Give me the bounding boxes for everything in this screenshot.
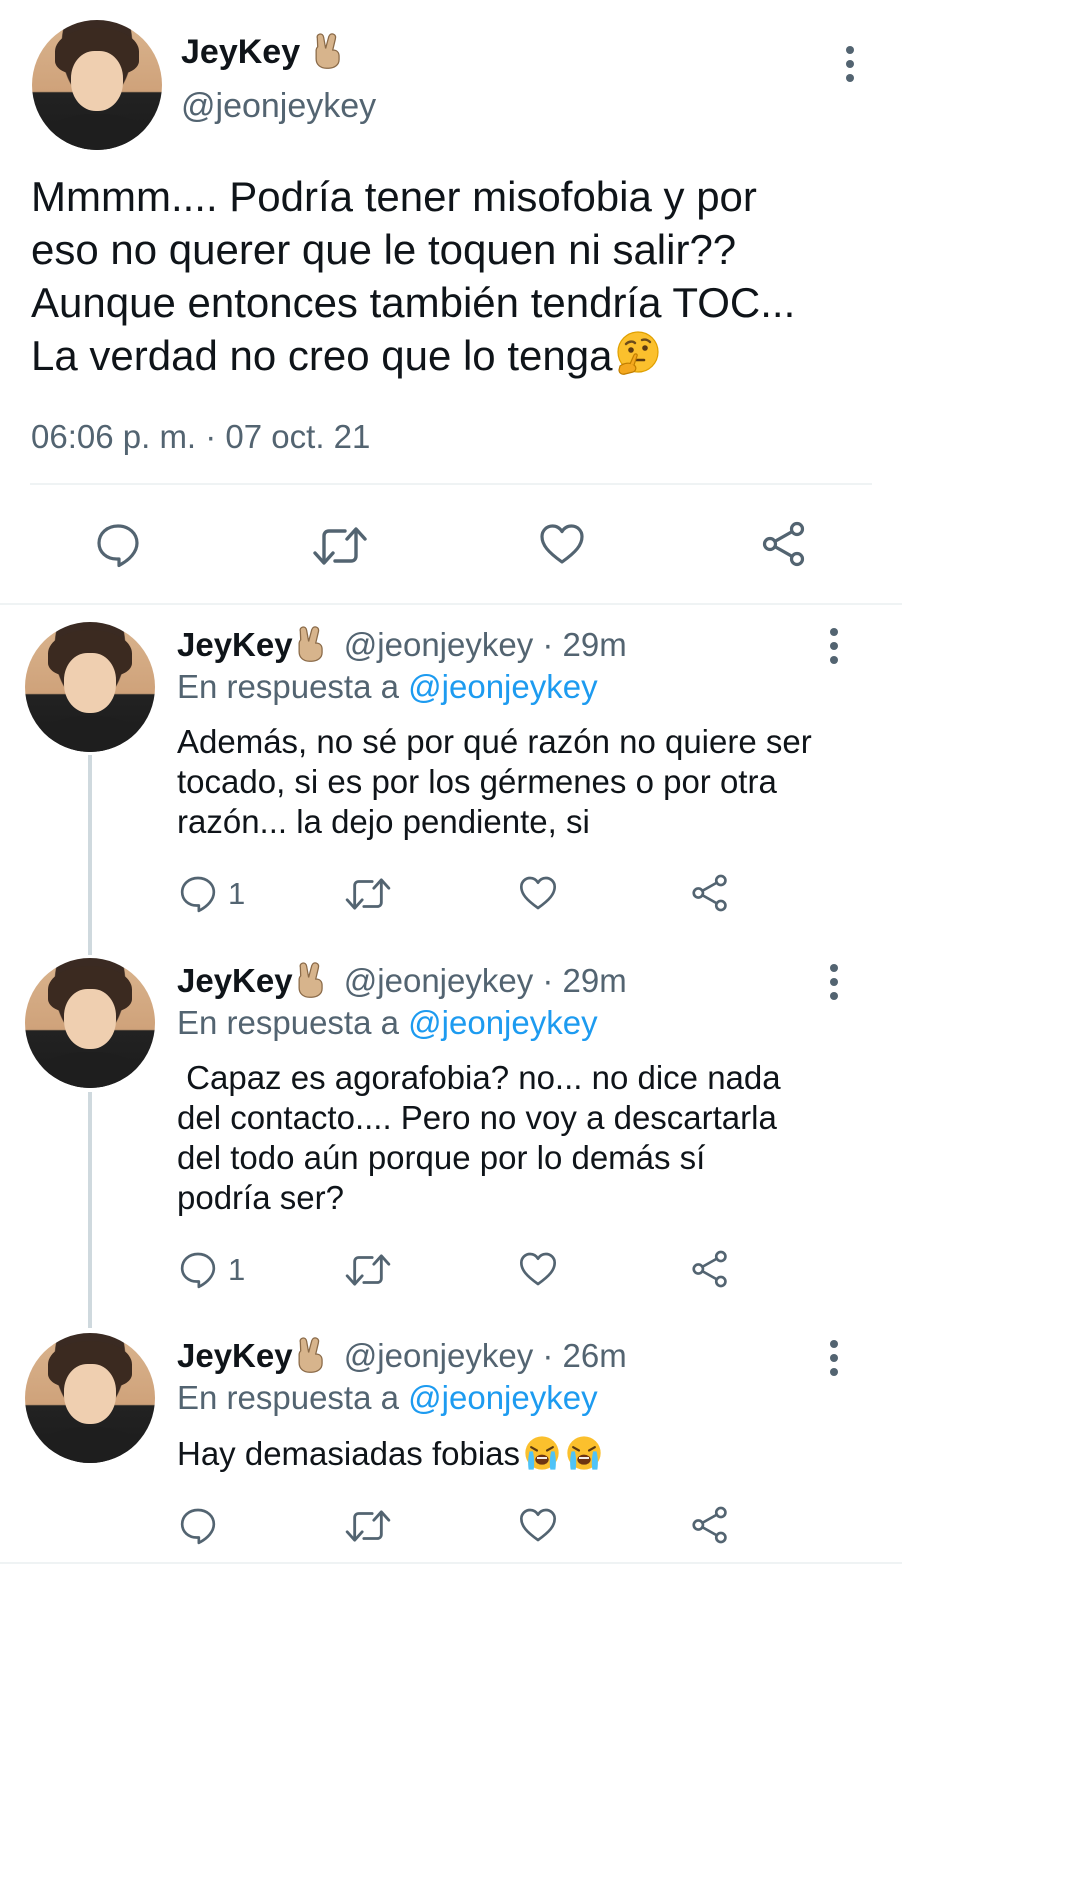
avatar[interactable] xyxy=(32,20,162,150)
avatar[interactable] xyxy=(25,958,155,1088)
victory-hand-emoji-icon xyxy=(295,624,327,662)
tweet-text-line: podría ser? xyxy=(177,1179,344,1216)
tweet-text-line: tocado, si es por los gérmenes o por otr… xyxy=(177,763,777,800)
divider xyxy=(30,483,872,485)
reply-icon[interactable] xyxy=(178,873,218,913)
loudly-crying-face-emoji-icon xyxy=(522,1433,562,1473)
tweet-text: Además, no sé por qué razón no quiere se… xyxy=(177,722,812,842)
divider xyxy=(0,1562,902,1564)
tweet-text: Mmmm.... Podría tener misofobia y por es… xyxy=(31,170,881,382)
tweet-text-line: razón... la dejo pendiente, si xyxy=(177,803,590,840)
avatar[interactable] xyxy=(25,1333,155,1463)
reply-icon[interactable] xyxy=(178,1249,218,1289)
timestamp[interactable]: 06:06 p. m. · 07 oct. 21 xyxy=(31,418,370,456)
reply-context-label: En respuesta a xyxy=(177,1379,409,1416)
like-icon[interactable] xyxy=(518,1249,558,1289)
more-options-icon[interactable] xyxy=(829,1340,839,1382)
share-icon[interactable] xyxy=(690,873,730,913)
retweet-icon[interactable] xyxy=(344,874,392,914)
display-name[interactable]: JeyKey xyxy=(181,33,300,71)
divider xyxy=(0,603,902,605)
retweet-icon[interactable] xyxy=(344,1250,392,1290)
like-icon[interactable] xyxy=(518,1505,558,1545)
victory-hand-emoji-icon xyxy=(312,31,344,69)
share-icon[interactable] xyxy=(760,520,808,568)
tweet-text-line: Además, no sé por qué razón no quiere se… xyxy=(177,723,812,760)
share-icon[interactable] xyxy=(690,1505,730,1545)
tweet-text: Capaz es agorafobia? no... no dice nada … xyxy=(177,1058,781,1218)
tweet-text-line: Mmmm.... Podría tener misofobia y por xyxy=(31,173,757,220)
display-name[interactable]: JeyKey xyxy=(177,962,293,999)
retweet-icon[interactable] xyxy=(312,522,368,570)
more-options-icon[interactable] xyxy=(845,46,855,88)
more-options-icon[interactable] xyxy=(829,964,839,1006)
victory-hand-emoji-icon xyxy=(295,1335,327,1373)
more-options-icon[interactable] xyxy=(829,628,839,670)
share-icon[interactable] xyxy=(690,1249,730,1289)
tweet-text-line: eso no querer que le toquen ni salir?? xyxy=(31,226,737,273)
tweet-text-line: del todo aún porque por lo demás sí xyxy=(177,1139,706,1176)
like-icon[interactable] xyxy=(518,873,558,913)
reply-context-label: En respuesta a xyxy=(177,668,409,705)
handle[interactable]: @jeonjeykey xyxy=(181,86,376,126)
reply-context-label: En respuesta a xyxy=(177,1004,409,1041)
reply-to-mention[interactable]: @jeonjeykey xyxy=(408,1004,597,1041)
reply-to-mention[interactable]: @jeonjeykey xyxy=(408,1379,597,1416)
display-name[interactable]: JeyKey xyxy=(177,1337,293,1374)
thread-line xyxy=(88,1092,92,1328)
tweet-text: Hay demasiadas fobias xyxy=(177,1433,604,1474)
reply-icon[interactable] xyxy=(178,1505,218,1545)
reply-count: 1 xyxy=(228,1252,246,1287)
tweet-text-line: Hay demasiadas fobias xyxy=(177,1435,521,1472)
thinking-face-emoji-icon xyxy=(614,330,662,378)
thread-line xyxy=(88,755,92,955)
tweet-text-line: Aunque entonces también tendría TOC... xyxy=(31,279,796,326)
handle-and-time[interactable]: @jeonjeykey · 29m xyxy=(344,962,627,999)
handle-and-time[interactable]: @jeonjeykey · 26m xyxy=(344,1337,627,1374)
victory-hand-emoji-icon xyxy=(295,960,327,998)
handle-and-time[interactable]: @jeonjeykey · 29m xyxy=(344,626,627,663)
tweet-text-line: del contacto.... Pero no voy a descartar… xyxy=(177,1099,777,1136)
reply-count: 1 xyxy=(228,876,246,911)
loudly-crying-face-emoji-icon xyxy=(564,1433,604,1473)
tweet-text-line: La verdad no creo que lo tenga xyxy=(31,332,613,379)
like-icon[interactable] xyxy=(538,520,586,568)
reply-to-mention[interactable]: @jeonjeykey xyxy=(408,668,597,705)
display-name[interactable]: JeyKey xyxy=(177,626,293,663)
retweet-icon[interactable] xyxy=(344,1506,392,1546)
tweet-text-line: Capaz es agorafobia? no... no dice nada xyxy=(177,1059,781,1096)
reply-icon[interactable] xyxy=(94,520,142,568)
avatar[interactable] xyxy=(25,622,155,752)
